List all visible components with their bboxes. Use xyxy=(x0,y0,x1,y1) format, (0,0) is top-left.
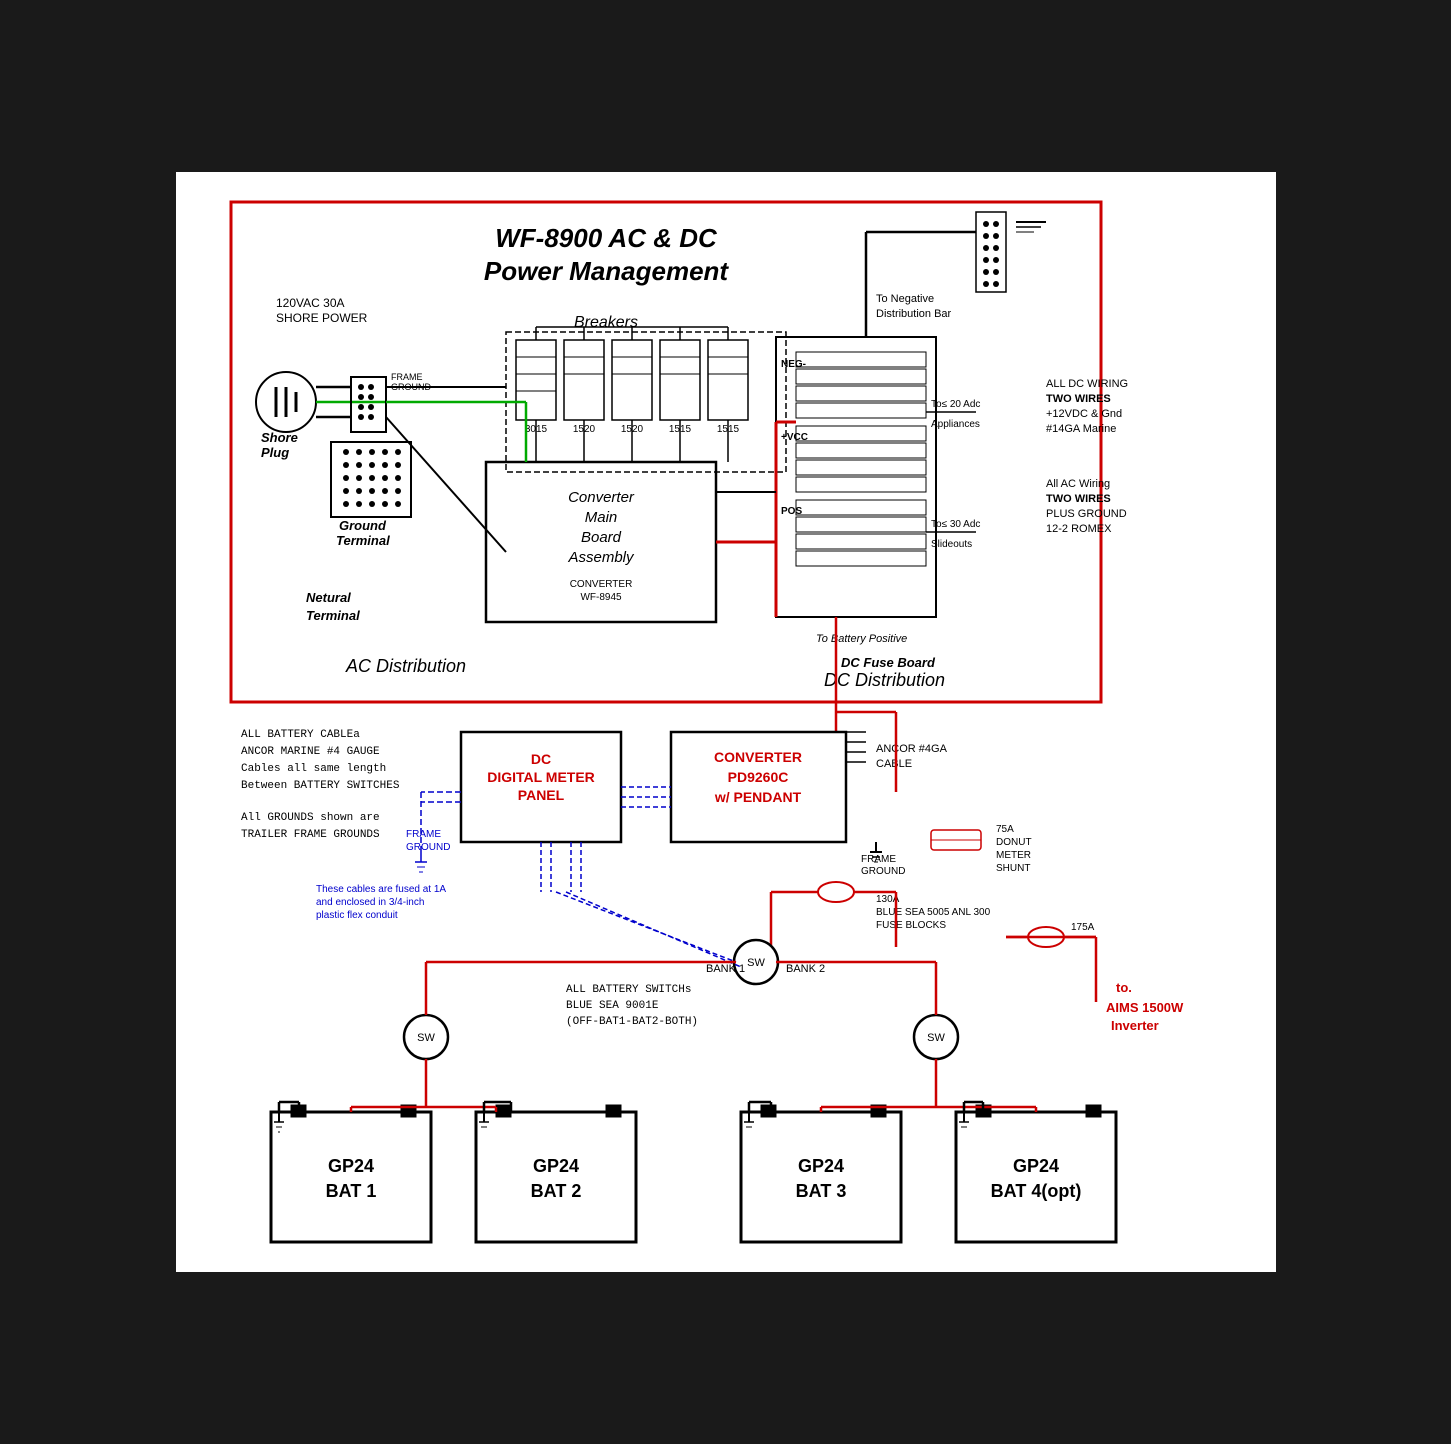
dc-meter-label3: PANEL xyxy=(517,787,564,803)
frame-ground-label: FRAME xyxy=(391,372,423,382)
dc-wiring-note1: ALL DC WIRING xyxy=(1046,378,1128,390)
bat1-label1: GP24 xyxy=(327,1156,373,1176)
donut-shunt2: DONUT xyxy=(996,837,1032,848)
ac-wiring-note4: 12-2 ROMEX xyxy=(1046,523,1112,535)
dc-meter-label2: DIGITAL METER xyxy=(487,769,595,785)
dc-meter-label1: DC xyxy=(530,751,550,767)
converter-pendant-label1: CONVERTER xyxy=(714,749,802,765)
bat4-label2: BAT 4(opt) xyxy=(990,1181,1081,1201)
frame-ground3a: FRAME xyxy=(406,829,441,840)
frame-ground3b: GROUND xyxy=(406,842,450,853)
grounds-note1: All GROUNDS shown are xyxy=(241,812,380,824)
to-20adc2: Appliances xyxy=(931,419,980,430)
frame-ground2: FRAME xyxy=(861,854,896,865)
aims-label3: Inverter xyxy=(1111,1018,1159,1033)
to-battery-pos: To Battery Positive xyxy=(816,633,907,645)
converter-label: Converter xyxy=(568,489,635,506)
donut-shunt3: METER xyxy=(996,850,1031,861)
grounds-note2: TRAILER FRAME GROUNDS xyxy=(241,829,380,841)
converter-sub2: WF-8945 xyxy=(580,592,622,603)
converter-sub1: CONVERTER xyxy=(569,579,632,590)
diagram-container: WF-8900 AC & DC Power Management 120VAC … xyxy=(176,172,1276,1272)
bat2-box xyxy=(476,1112,636,1242)
ac-wiring-note2: TWO WIRES xyxy=(1046,493,1111,505)
dc-wiring-note3: +12VDC & Gnd xyxy=(1046,408,1122,420)
converter-pendant-label3: w/ PENDANT xyxy=(713,789,801,805)
bat1-box xyxy=(271,1112,431,1242)
bat-sw-note2: BLUE SEA 9001E xyxy=(566,1000,659,1012)
battery-note1: ALL BATTERY CABLEa xyxy=(241,729,360,741)
fuse-130a3: FUSE BLOCKS xyxy=(876,920,946,931)
fused-note3: plastic flex conduit xyxy=(316,910,398,921)
bat3-box xyxy=(741,1112,901,1242)
shore-plug-label: Shore xyxy=(261,430,298,445)
bat4-box xyxy=(956,1112,1116,1242)
to-neg-dist2: Distribution Bar xyxy=(876,308,952,320)
ground-terminal-label: Ground xyxy=(339,518,387,533)
neutral-terminal-label: Netural xyxy=(306,590,351,605)
battery-note2: ANCOR MARINE #4 GAUGE xyxy=(241,746,380,758)
converter-label2: Main xyxy=(584,509,617,526)
bat1-label2: BAT 1 xyxy=(325,1181,376,1201)
bank1-label: BANK 1 xyxy=(706,963,745,975)
shore-power-label2: SHORE POWER xyxy=(276,311,368,325)
converter-label3: Board xyxy=(580,529,621,546)
ancor-cable2: CABLE xyxy=(876,758,912,770)
aims-label2: AIMS 1500W xyxy=(1106,1000,1184,1015)
sw-label-bat1: SW xyxy=(417,1032,435,1044)
fused-note2: and enclosed in 3/4-inch xyxy=(316,897,424,908)
neutral-terminal-label2: Terminal xyxy=(306,608,360,623)
ac-wiring-note1: All AC Wiring xyxy=(1046,478,1110,490)
ac-distribution-label: AC Distribution xyxy=(344,656,465,676)
donut-shunt1: 75A xyxy=(996,824,1014,835)
bat4-label1: GP24 xyxy=(1012,1156,1058,1176)
aims-label1: to. xyxy=(1116,980,1132,995)
ancor-cable1: ANCOR #4GA xyxy=(876,743,948,755)
bat2-label2: BAT 2 xyxy=(530,1181,581,1201)
bank2-label: BANK 2 xyxy=(786,963,825,975)
converter-pendant-label2: PD9260C xyxy=(727,769,788,785)
ground-terminal-label2: Terminal xyxy=(336,533,390,548)
diagram-wrapper: WF-8900 AC & DC Power Management 120VAC … xyxy=(156,152,1296,1292)
dc-wiring-note4: #14GA Marine xyxy=(1046,423,1116,435)
bat3-label2: BAT 3 xyxy=(795,1181,846,1201)
battery-note3: Cables all same length xyxy=(241,763,386,775)
fused-note1: These cables are fused at 1A xyxy=(316,884,446,895)
dc-wiring-note2: TWO WIRES xyxy=(1046,393,1111,405)
bat-sw-note1: ALL BATTERY SWITCHs xyxy=(566,984,691,996)
fuse-130a2: BLUE SEA 5005 ANL 300 xyxy=(876,907,991,918)
dc-fuse-label: DC Fuse Board xyxy=(841,655,936,670)
frame-ground2b: GROUND xyxy=(861,866,905,877)
fuse-175a: 175A xyxy=(1071,922,1095,933)
converter-label4: Assembly xyxy=(567,549,635,566)
neg-label: NEG- xyxy=(781,359,806,370)
to-20adc1: To≤ 20 Adc xyxy=(931,399,980,410)
sw-label-bank1: SW xyxy=(747,957,765,969)
ac-wiring-note3: PLUS GROUND xyxy=(1046,508,1127,520)
to-neg-dist1: To Negative xyxy=(876,293,934,305)
to-30adc2: Slideouts xyxy=(931,539,972,550)
donut-shunt4: SHUNT xyxy=(996,863,1030,874)
title-line1: WF-8900 AC & DC xyxy=(495,223,718,253)
battery-note4: Between BATTERY SWITCHES xyxy=(241,780,400,792)
title-line2: Power Management xyxy=(483,256,729,286)
shore-plug-label2: Plug xyxy=(261,445,289,460)
dc-dist-label: DC Distribution xyxy=(824,670,945,690)
bat3-label1: GP24 xyxy=(797,1156,843,1176)
bat2-label1: GP24 xyxy=(532,1156,578,1176)
to-30adc1: To≤ 30 Adc xyxy=(931,519,980,530)
sw-label-bat3: SW xyxy=(927,1032,945,1044)
shore-power-label: 120VAC 30A xyxy=(276,296,345,310)
bat-sw-note3: (OFF-BAT1-BAT2-BOTH) xyxy=(566,1016,698,1028)
